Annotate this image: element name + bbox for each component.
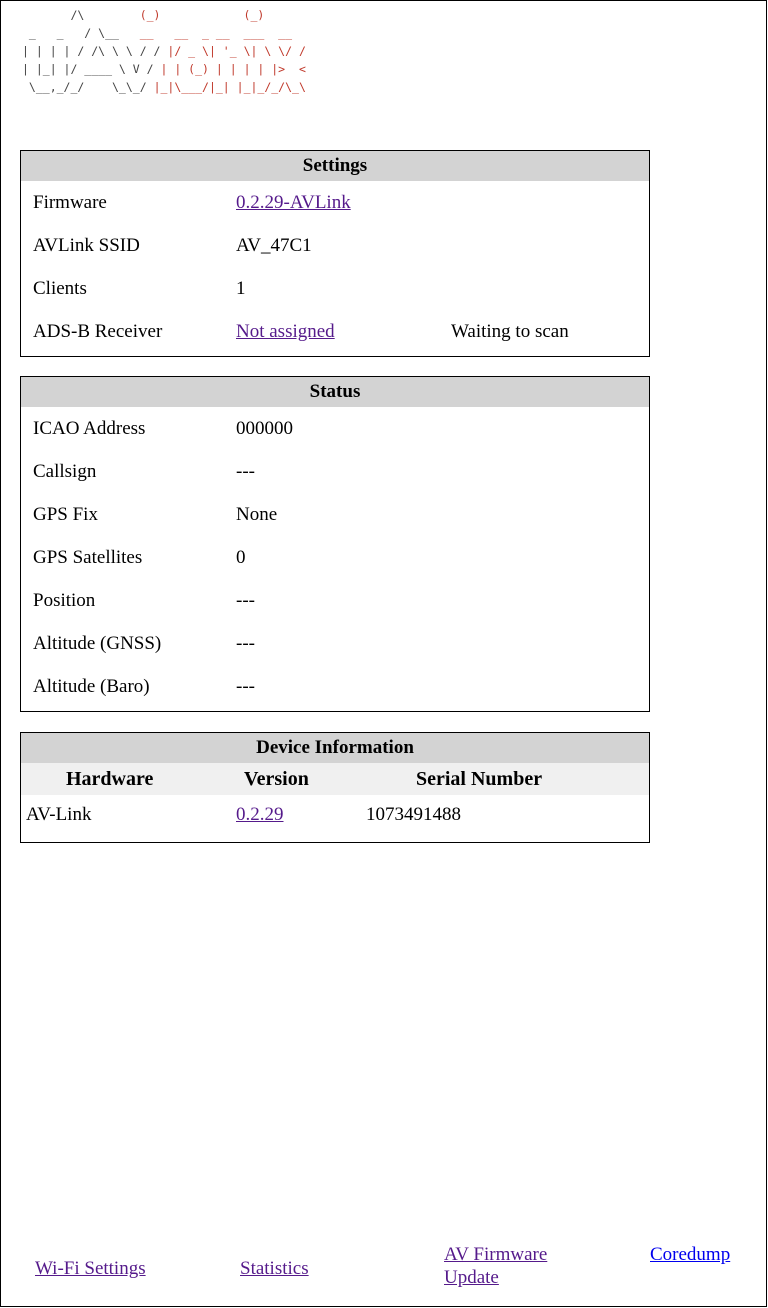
statistics-link[interactable]: Statistics [240,1257,309,1280]
settings-row-clients: Clients 1 [21,267,649,310]
serial-value: 1073491488 [366,804,461,825]
settings-row-ssid: AVLink SSID AV_47C1 [21,224,649,267]
status-header: Status [21,377,649,407]
altitude-gnss-label: Altitude (GNSS) [33,633,162,654]
logo-line-4: | |_| |/ ____ \ V / | | (_) | | | | |> < [22,62,306,76]
settings-row-adsb: ADS-B Receiver Not assigned Waiting to s… [21,310,649,353]
position-value: --- [236,590,255,611]
hardware-column-header: Hardware [66,768,154,790]
ssid-value: AV_47C1 [236,235,312,256]
gps-satellites-value: 0 [236,547,246,568]
callsign-value: --- [236,461,255,482]
logo-line-5: \__,_/_/ \_\_/ |_|\___/|_| |_|_/_/\_\ [22,80,306,94]
position-label: Position [33,590,96,611]
av-firmware-update-line-1: AV Firmware [444,1244,548,1265]
wifi-settings-link[interactable]: Wi-Fi Settings [35,1257,146,1280]
device-row: AV-Link 0.2.29 1073491488 [21,795,649,835]
status-row-altitude-baro: Altitude (Baro) --- [21,665,649,708]
icao-label: ICAO Address [33,418,146,439]
adsb-receiver-link[interactable]: Not assigned [236,310,335,353]
altitude-gnss-value: --- [236,633,255,654]
icao-value: 000000 [236,418,293,439]
logo-line-1: /\ (_) (_) [22,8,265,22]
altitude-baro-value: --- [236,676,255,697]
device-info-column-headers: Hardware Version Serial Number [21,763,649,795]
status-row-gps-fix: GPS Fix None [21,493,649,536]
status-row-position: Position --- [21,579,649,622]
gps-fix-label: GPS Fix [33,504,98,525]
settings-panel: Settings Firmware 0.2.29-AVLink AVLink S… [20,150,650,357]
clients-label: Clients [33,278,87,299]
logo-line-2: _ _ / \__ __ __ _ __ ___ __ [22,26,293,40]
adsb-label: ADS-B Receiver [33,321,163,342]
serial-column-header: Serial Number [416,768,543,790]
logo-line-3: | | | | / /\ \ \ / / |/ _ \| '_ \| \ \/ … [22,44,306,58]
status-row-callsign: Callsign --- [21,450,649,493]
device-info-panel: Device Information Hardware Version Seri… [20,732,650,843]
hardware-value: AV-Link [26,804,92,825]
altitude-baro-label: Altitude (Baro) [33,676,150,697]
gps-satellites-label: GPS Satellites [33,547,143,568]
gps-fix-value: None [236,504,278,525]
av-firmware-update-link[interactable]: AV Firmware Update [444,1243,547,1289]
device-version-link[interactable]: 0.2.29 [236,795,284,835]
version-column-header: Version [244,768,309,790]
firmware-label: Firmware [33,192,107,213]
status-row-gps-satellites: GPS Satellites 0 [21,536,649,579]
status-row-icao: ICAO Address 000000 [21,407,649,450]
adsb-scan-status: Waiting to scan [451,321,569,342]
avionix-ascii-logo: /\ (_) (_) _ _ / \__ __ __ _ __ ___ __ | … [22,6,306,96]
device-info-header: Device Information [21,733,649,763]
clients-value: 1 [236,278,246,299]
settings-header: Settings [21,151,649,181]
callsign-label: Callsign [33,461,97,482]
firmware-version-link[interactable]: 0.2.29-AVLink [236,181,351,224]
status-panel: Status ICAO Address 000000 Callsign --- … [20,376,650,712]
coredump-link[interactable]: Coredump [650,1243,730,1266]
av-firmware-update-line-2: Update [444,1267,499,1288]
status-row-altitude-gnss: Altitude (GNSS) --- [21,622,649,665]
ssid-label: AVLink SSID [33,235,140,256]
settings-row-firmware: Firmware 0.2.29-AVLink [21,181,649,224]
